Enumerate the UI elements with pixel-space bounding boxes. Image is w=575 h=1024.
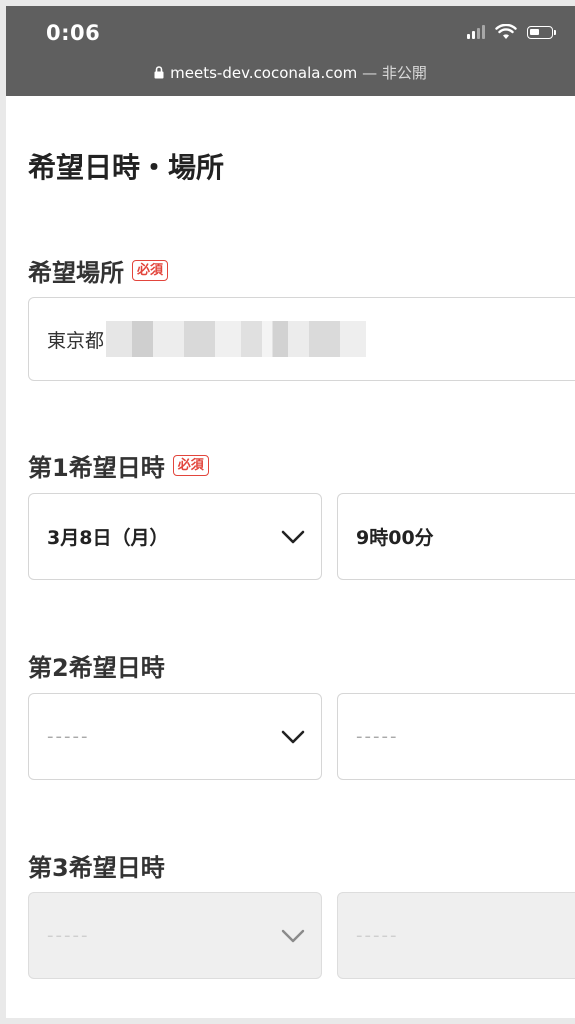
battery-icon (527, 25, 556, 39)
choice1-date-select[interactable]: 3月8日（月） (28, 493, 322, 580)
choice3-label-row: 第3希望日時 (28, 848, 165, 883)
choice3-time-select[interactable]: ----- (337, 892, 575, 979)
redacted-address (106, 321, 367, 357)
url-text: meets-dev.coconala.com (170, 64, 358, 82)
chevron-down-icon (281, 929, 305, 942)
page-title: 希望日時・場所 (28, 151, 225, 184)
lock-icon (154, 66, 164, 79)
choice1-time-value: 9時00分 (356, 527, 434, 549)
status-time: 0:06 (46, 21, 101, 45)
choice2-time-select[interactable]: ----- (337, 693, 575, 780)
cellular-signal-icon (467, 25, 485, 39)
required-badge: 必須 (132, 260, 169, 281)
location-label: 希望場所 (28, 259, 124, 287)
chevron-down-icon (281, 730, 305, 743)
choice2-date-placeholder: ----- (47, 726, 90, 747)
choice3-time-placeholder: ----- (356, 925, 399, 946)
choice3-date-placeholder: ----- (47, 925, 90, 946)
choice2-label: 第2希望日時 (28, 654, 165, 682)
choice3-label: 第3希望日時 (28, 854, 165, 882)
chevron-down-icon (281, 530, 305, 543)
choice2-time-placeholder: ----- (356, 726, 399, 747)
location-label-row: 希望場所 必須 (28, 253, 169, 288)
location-value: 東京都 (47, 329, 105, 352)
required-badge: 必須 (172, 455, 209, 476)
wifi-icon (495, 24, 517, 39)
choice1-date-value: 3月8日（月） (47, 527, 169, 549)
private-label: — 非公開 (362, 64, 427, 82)
location-input[interactable]: 東京都 (28, 297, 575, 381)
status-icons (467, 24, 556, 40)
browser-status-bar: 0:06 meets-dev.coconala.com — 非公開 (6, 6, 575, 96)
choice1-time-select[interactable]: 9時00分 (337, 493, 575, 580)
phone-screen: 0:06 meets-dev.coconala.com — 非公開 希望日時・場… (6, 6, 575, 1018)
choice3-date-select[interactable]: ----- (28, 892, 322, 979)
choice1-label-row: 第1希望日時 必須 (28, 448, 209, 483)
choice2-date-select[interactable]: ----- (28, 693, 322, 780)
address-bar[interactable]: meets-dev.coconala.com — 非公開 (6, 62, 575, 83)
choice1-label: 第1希望日時 (28, 454, 165, 482)
choice2-label-row: 第2希望日時 (28, 648, 165, 683)
